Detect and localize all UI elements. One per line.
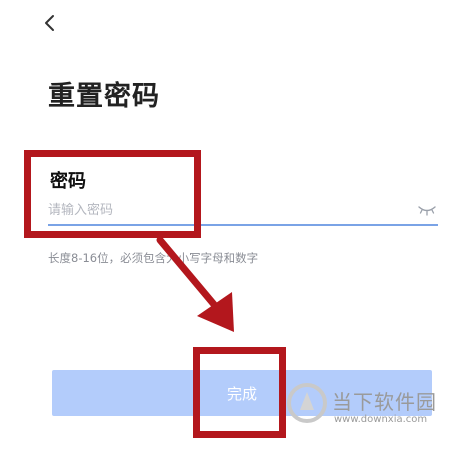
annotation-box-done bbox=[193, 347, 286, 438]
password-hint: 长度8-16位，必须包含大小写字母和数字 bbox=[48, 251, 259, 265]
annotation-box-password bbox=[24, 150, 201, 238]
back-button[interactable] bbox=[38, 10, 64, 36]
watermark-url: www.downxia.com bbox=[334, 414, 428, 425]
watermark-logo-icon bbox=[286, 382, 328, 424]
eye-closed-icon[interactable] bbox=[417, 203, 437, 217]
chevron-left-icon bbox=[45, 15, 54, 31]
page-title: 重置密码 bbox=[48, 81, 160, 112]
watermark-name: 当下软件园 bbox=[332, 390, 437, 414]
